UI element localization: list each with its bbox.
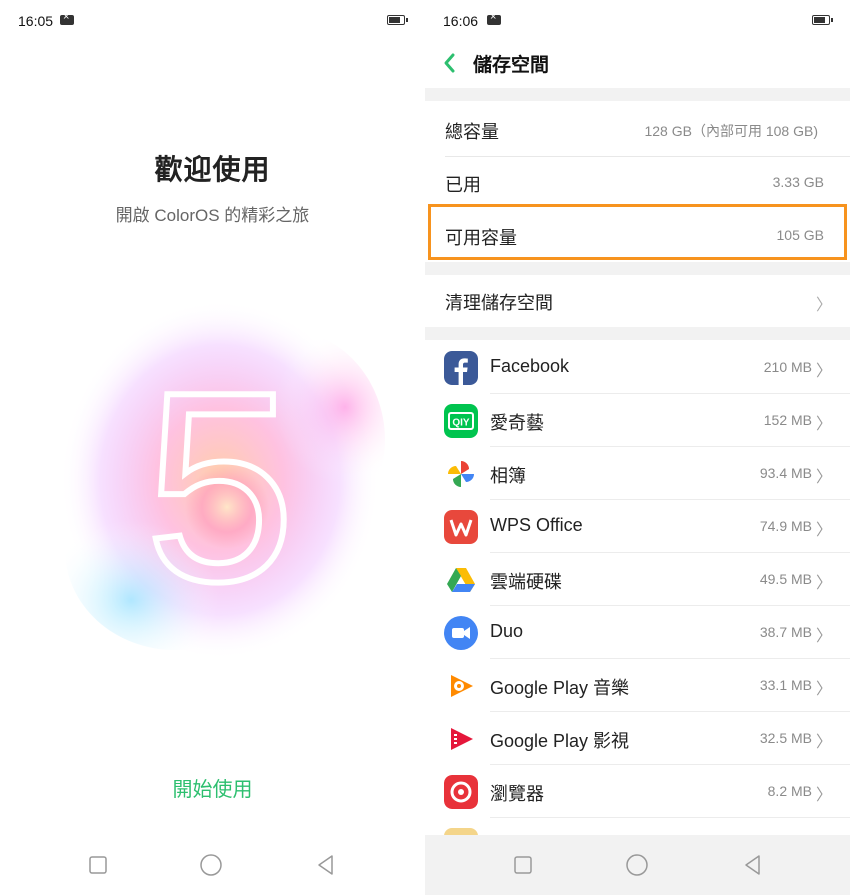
facebook-icon [444, 351, 478, 385]
status-bar: 16:05 [0, 0, 425, 40]
chevron-right-icon: 〉 [815, 575, 832, 592]
start-button[interactable]: 開始使用 [0, 773, 425, 802]
app-name: 相簿 [490, 466, 526, 486]
storage-screen: 16:06 儲存空間 總容量 128 GB（內部可用 108 GB) 已用 3.… [425, 0, 850, 895]
list-item[interactable]: 瀏覽器 8.2 MB 〉 [425, 765, 850, 818]
back-arrow-icon[interactable] [439, 46, 471, 80]
app-name: 雲端硬碟 [490, 572, 562, 592]
battery-icon [387, 15, 408, 25]
app-name: WPS Office [490, 515, 583, 535]
highlight-box [428, 204, 847, 260]
recent-apps-button[interactable] [86, 853, 110, 877]
list-item[interactable]: Duo 38.7 MB 〉 [425, 606, 850, 659]
status-time: 16:05 [18, 13, 54, 29]
status-bar: 16:06 [425, 0, 850, 40]
back-nav-button[interactable] [314, 853, 338, 877]
recent-apps-button[interactable] [511, 853, 535, 877]
notification-icon [487, 11, 501, 25]
notification-icon [60, 11, 74, 25]
clean-storage-label: 清理儲存空間 [445, 293, 553, 313]
coloros-5-logo: 5 [60, 300, 385, 660]
app-name: Facebook [490, 356, 570, 376]
app-size: 74.9 MB [759, 518, 812, 534]
list-item[interactable]: Google Play 音樂 33.1 MB 〉 [425, 659, 850, 712]
list-item[interactable]: 相簿 93.4 MB 〉 [425, 447, 850, 500]
chevron-right-icon: 〉 [815, 522, 832, 539]
browser-icon [444, 775, 478, 809]
play-movies-icon [451, 728, 473, 750]
welcome-screen: 16:05 歡迎使用 開啟 ColorOS 的精彩之旅 [0, 0, 425, 895]
google-drive-icon [447, 568, 475, 592]
navigation-bar [425, 835, 850, 895]
app-name: 愛奇藝 [490, 413, 544, 433]
photos-icon [448, 461, 474, 487]
chevron-right-icon: 〉 [815, 734, 832, 751]
app-size: 210 MB [763, 359, 812, 375]
app-list: Facebook 210 MB 〉 QIY 愛奇藝 152 MB 〉 相簿 93… [425, 340, 850, 840]
app-size: 49.5 MB [759, 571, 812, 587]
app-name: Duo [490, 621, 524, 641]
app-name: 瀏覽器 [490, 784, 544, 804]
list-item[interactable]: QIY 愛奇藝 152 MB 〉 [425, 394, 850, 447]
list-item[interactable]: 雲端硬碟 49.5 MB 〉 [425, 553, 850, 606]
battery-icon [812, 15, 833, 25]
chevron-right-icon: 〉 [815, 469, 832, 486]
duo-icon [444, 616, 478, 650]
chevron-right-icon: 〉 [815, 363, 832, 380]
welcome-subtitle: 開啟 ColorOS 的精彩之旅 [115, 206, 310, 225]
home-button[interactable] [199, 853, 223, 877]
wps-office-icon [444, 510, 478, 544]
app-size: 38.7 MB [759, 624, 812, 640]
app-size: 152 MB [763, 412, 812, 428]
list-item[interactable]: Facebook 210 MB 〉 [425, 341, 850, 394]
used-label: 已用 [445, 175, 481, 195]
list-item[interactable]: WPS Office 74.9 MB 〉 [425, 500, 850, 553]
navigation-bar [0, 835, 425, 895]
play-music-icon [451, 675, 473, 697]
chevron-right-icon: 〉 [815, 681, 832, 698]
status-time: 16:06 [443, 13, 479, 29]
iqiyi-icon: QIY [444, 404, 478, 438]
app-size: 93.4 MB [759, 465, 812, 481]
app-name: Google Play 音樂 [490, 678, 630, 698]
app-size: 33.1 MB [759, 677, 812, 693]
page-title: 儲存空間 [473, 55, 550, 76]
total-capacity-row: 總容量 128 GB（內部可用 108 GB) [425, 103, 850, 156]
app-header: 儲存空間 [425, 40, 850, 88]
total-capacity-label: 總容量 [445, 122, 499, 142]
app-size: 32.5 MB [759, 730, 812, 746]
chevron-right-icon: 〉 [815, 416, 832, 433]
logo-digit: 5 [145, 337, 295, 638]
app-size: 8.2 MB [767, 783, 812, 799]
clean-storage-row[interactable]: 清理儲存空間 〉 [425, 275, 850, 327]
app-name: Google Play 影視 [490, 731, 630, 751]
back-nav-button[interactable] [741, 853, 765, 877]
svg-text:QIY: QIY [452, 418, 470, 429]
chevron-right-icon: 〉 [815, 297, 832, 314]
used-value: 3.33 GB [772, 174, 824, 190]
list-item[interactable]: Google Play 影視 32.5 MB 〉 [425, 712, 850, 765]
chevron-right-icon: 〉 [815, 628, 832, 645]
used-row: 已用 3.33 GB [425, 156, 850, 209]
home-button[interactable] [625, 853, 649, 877]
total-capacity-value: 128 GB（內部可用 108 GB) [644, 123, 818, 139]
chevron-right-icon: 〉 [815, 787, 832, 804]
welcome-title: 歡迎使用 [154, 154, 271, 185]
